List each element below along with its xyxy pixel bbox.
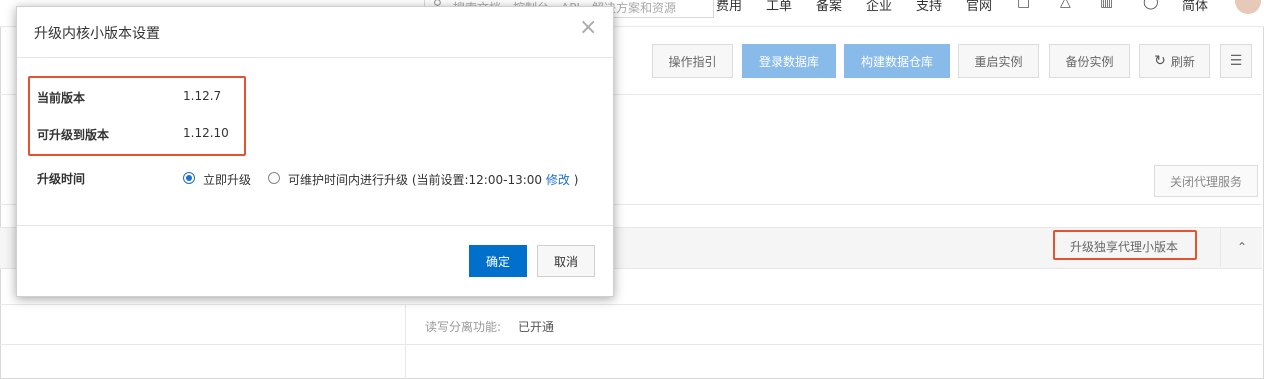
chevron-up-icon: ⌃	[1236, 240, 1248, 254]
dialog-title: 升级内核小版本设置	[34, 26, 160, 42]
cancel-button[interactable]: 取消	[537, 245, 595, 277]
dialog-header-divider	[17, 57, 613, 58]
collapse-toggle[interactable]: ⌃	[1220, 227, 1263, 267]
column-divider	[405, 305, 406, 379]
radio-maintenance-window[interactable]	[268, 172, 280, 184]
restart-instance-button[interactable]: 重启实例	[958, 44, 1039, 78]
modify-link[interactable]: 修改	[546, 173, 570, 187]
dialog-footer-divider	[17, 225, 613, 226]
guide-button[interactable]: 操作指引	[652, 44, 733, 78]
refresh-button[interactable]: ↻ 刷新	[1139, 44, 1210, 78]
rw-split-label: 读写分离功能:	[425, 320, 502, 334]
language-switch[interactable]: 简体	[1182, 0, 1208, 14]
upgrade-time-label: 升级时间	[37, 172, 86, 186]
radio-maintenance-window-label[interactable]: 可维护时间内进行升级 (当前设置:12:00-13:00 修改 )	[288, 171, 578, 188]
highlight-box-upgrade-proxy	[1053, 230, 1197, 260]
nav-tickets[interactable]: 工单	[766, 0, 792, 14]
upgrade-kernel-minor-version-dialog: 升级内核小版本设置 × 当前版本 1.12.7 可升级到版本 1.12.10 升…	[16, 6, 614, 297]
list-view-button[interactable]: ☰	[1220, 44, 1252, 78]
highlight-box-versions	[28, 76, 246, 156]
backup-instance-button[interactable]: 备份实例	[1049, 44, 1130, 78]
confirm-button[interactable]: 确定	[469, 245, 527, 277]
bell-icon[interactable]: △	[1060, 0, 1071, 10]
build-warehouse-button[interactable]: 构建数据仓库	[844, 44, 950, 78]
rw-split-value: 已开通	[518, 320, 555, 334]
help-icon[interactable]: ◯	[1143, 0, 1159, 10]
login-db-button[interactable]: 登录数据库	[742, 44, 836, 78]
refresh-icon: ↻	[1154, 53, 1166, 69]
nav-official-site[interactable]: 官网	[966, 0, 992, 14]
row-divider-2	[0, 344, 1262, 345]
close-proxy-service-button[interactable]: 关闭代理服务	[1154, 165, 1258, 197]
row-divider	[0, 304, 1262, 305]
nav-icp[interactable]: 备案	[816, 0, 842, 14]
radio-upgrade-now-label[interactable]: 立即升级	[203, 171, 251, 188]
nav-billing[interactable]: 费用	[716, 0, 742, 14]
cart-icon[interactable]: ▥	[1100, 0, 1113, 10]
close-icon[interactable]: ×	[579, 17, 597, 39]
cloud-shell-icon[interactable]: □	[1017, 0, 1030, 10]
nav-support[interactable]: 支持	[916, 0, 942, 14]
avatar[interactable]	[1235, 0, 1261, 14]
radio-upgrade-now[interactable]	[183, 172, 195, 184]
nav-enterprise[interactable]: 企业	[866, 0, 892, 14]
list-icon: ☰	[1229, 53, 1243, 69]
